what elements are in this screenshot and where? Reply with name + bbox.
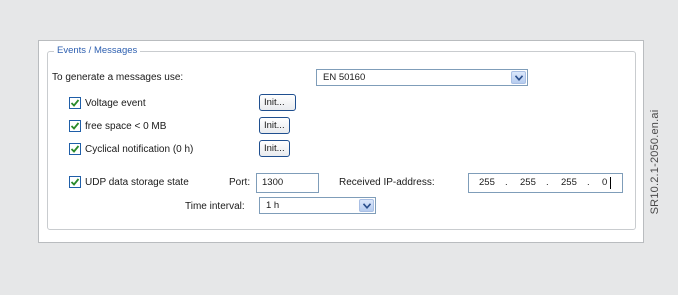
text-caret bbox=[610, 177, 611, 189]
port-label: Port: bbox=[229, 177, 251, 188]
time-interval-value: 1 h bbox=[266, 200, 280, 211]
figure-file-caption: SR10.2.1-2050.en.ai bbox=[649, 109, 661, 215]
chevron-down-icon[interactable] bbox=[359, 199, 374, 212]
messages-use-label: To generate a messages use: bbox=[52, 72, 184, 83]
ip-separator-2: . bbox=[546, 177, 549, 188]
checkmark-icon bbox=[70, 145, 80, 153]
ip-octet-3: 255 bbox=[561, 177, 577, 188]
cyclical-notification-checkbox[interactable] bbox=[69, 143, 81, 155]
checkmark-icon bbox=[70, 178, 80, 186]
cyclical-notification-label: Cyclical notification (0 h) bbox=[85, 144, 194, 155]
messages-standard-value: EN 50160 bbox=[323, 72, 366, 83]
free-space-init-button[interactable]: Init... bbox=[259, 117, 290, 134]
time-interval-label: Time interval: bbox=[185, 201, 245, 212]
ip-octet-1: 255 bbox=[479, 177, 495, 188]
checkmark-icon bbox=[70, 99, 80, 107]
checkmark-icon bbox=[70, 122, 80, 130]
messages-standard-select[interactable]: EN 50160 bbox=[316, 69, 528, 86]
groupbox-title: Events / Messages bbox=[54, 45, 141, 56]
time-interval-select[interactable]: 1 h bbox=[259, 197, 376, 214]
free-space-label: free space < 0 MB bbox=[85, 121, 167, 132]
udp-storage-label: UDP data storage state bbox=[85, 177, 189, 188]
received-ip-label: Received IP-address: bbox=[339, 177, 435, 188]
voltage-event-label: Voltage event bbox=[85, 98, 146, 109]
ip-octet-4: 0 bbox=[602, 177, 608, 188]
free-space-checkbox[interactable] bbox=[69, 120, 81, 132]
ip-address-input[interactable]: 255 . 255 . 255 . 0 bbox=[468, 173, 623, 193]
settings-panel: Events / Messages To generate a messages… bbox=[38, 40, 644, 243]
port-input[interactable]: 1300 bbox=[256, 173, 319, 193]
udp-storage-checkbox[interactable] bbox=[69, 176, 81, 188]
ip-separator-3: . bbox=[587, 177, 590, 188]
ip-separator-1: . bbox=[505, 177, 508, 188]
voltage-event-init-button[interactable]: Init... bbox=[259, 94, 296, 111]
chevron-down-icon[interactable] bbox=[511, 71, 526, 84]
ip-octet-2: 255 bbox=[520, 177, 536, 188]
cyclical-notification-init-button[interactable]: Init... bbox=[259, 140, 290, 157]
events-messages-groupbox: Events / Messages To generate a messages… bbox=[47, 45, 636, 230]
voltage-event-checkbox[interactable] bbox=[69, 97, 81, 109]
